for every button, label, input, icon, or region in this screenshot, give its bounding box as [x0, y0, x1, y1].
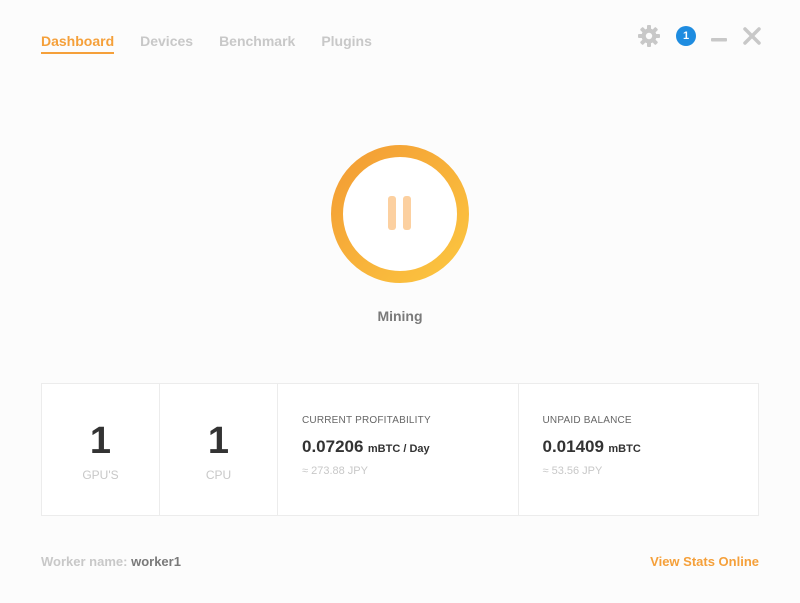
- view-stats-online-link[interactable]: View Stats Online: [650, 554, 759, 569]
- mining-toggle-button[interactable]: [330, 144, 470, 284]
- profitability-title: CURRENT PROFITABILITY: [302, 415, 431, 426]
- balance-card: UNPAID BALANCE 0.01409 mBTC ≈ 53.56 JPY: [519, 384, 759, 515]
- tab-devices[interactable]: Devices: [140, 33, 193, 54]
- worker-label: Worker name:: [41, 554, 128, 569]
- pause-icon: [331, 145, 469, 283]
- profitability-card: CURRENT PROFITABILITY 0.07206 mBTC / Day…: [278, 384, 519, 515]
- balance-title: UNPAID BALANCE: [542, 415, 632, 426]
- stats-panel: 1 GPU'S 1 CPU CURRENT PROFITABILITY 0.07…: [41, 383, 759, 516]
- close-icon[interactable]: [742, 26, 762, 46]
- tab-dashboard[interactable]: Dashboard: [41, 33, 115, 54]
- worker-name: worker1: [131, 554, 181, 569]
- cpu-count-label: CPU: [205, 468, 232, 482]
- profitability-unit: mBTC / Day: [367, 443, 430, 455]
- profitability-value: 0.07206 mBTC / Day: [302, 436, 518, 460]
- main-nav: Dashboard Devices Benchmark Plugins: [41, 33, 372, 54]
- profitability-fiat: ≈ 273.88 JPY: [302, 465, 368, 477]
- profitability-amount: 0.07206: [302, 437, 364, 456]
- notification-badge[interactable]: 1: [676, 26, 696, 46]
- worker-info: Worker name: worker1: [41, 554, 181, 569]
- balance-value: 0.01409 mBTC: [543, 436, 759, 460]
- balance-amount: 0.01409: [542, 437, 604, 456]
- mining-status-label: Mining: [377, 308, 423, 324]
- gpu-count-label: GPU'S: [82, 468, 119, 482]
- balance-fiat: ≈ 53.56 JPY: [542, 465, 603, 477]
- window-controls: 1: [637, 24, 762, 48]
- minimize-icon[interactable]: [710, 24, 728, 48]
- tab-benchmark[interactable]: Benchmark: [219, 33, 295, 54]
- cpu-count: 1: [207, 420, 230, 462]
- tab-plugins[interactable]: Plugins: [321, 33, 372, 54]
- gear-icon[interactable]: [637, 24, 661, 48]
- cpu-count-card: 1 CPU: [160, 384, 278, 515]
- gpu-count: 1: [89, 420, 112, 462]
- balance-unit: mBTC: [608, 443, 641, 455]
- gpu-count-card: 1 GPU'S: [42, 384, 160, 515]
